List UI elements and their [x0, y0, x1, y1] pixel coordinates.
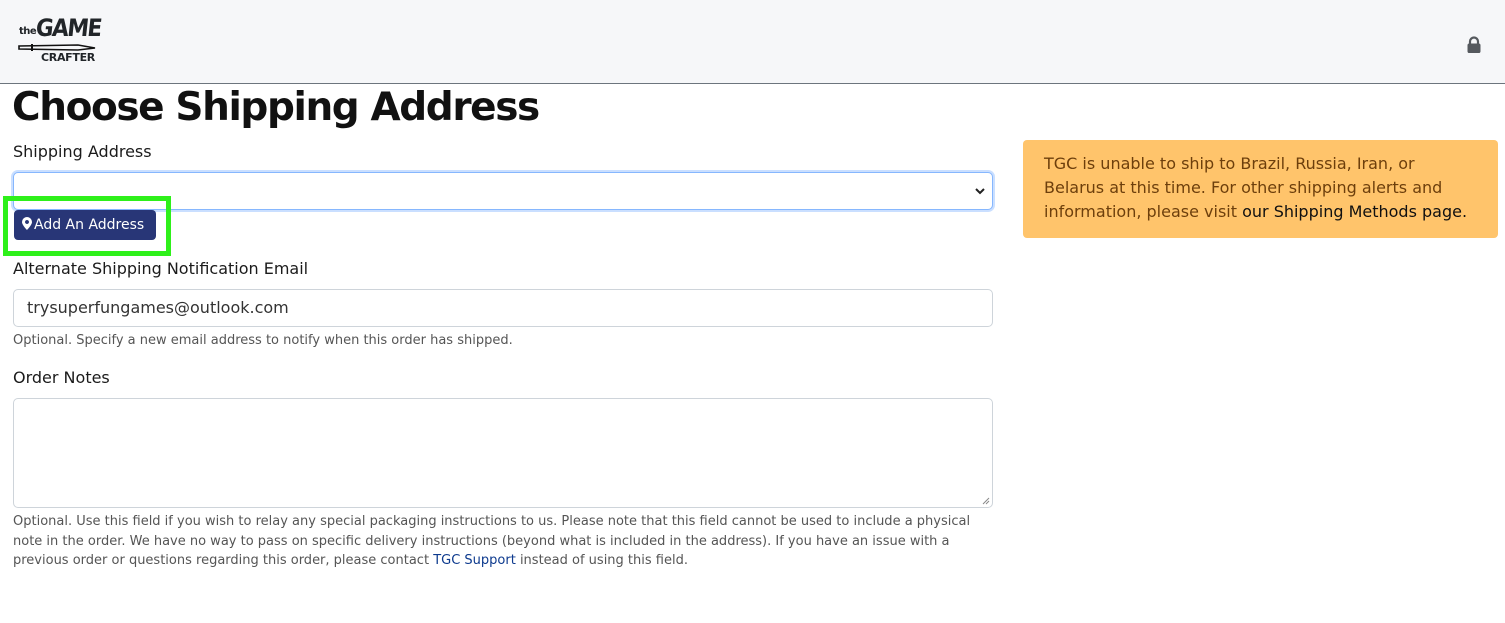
shipping-methods-link[interactable]: our Shipping Methods page.	[1242, 202, 1467, 221]
logo-text-the: the	[19, 26, 37, 37]
page-title: Choose Shipping Address	[12, 85, 540, 130]
lock-icon	[1467, 36, 1481, 53]
chevron-down-icon	[975, 188, 985, 195]
add-address-button-label: Add An Address	[34, 217, 145, 233]
alt-email-input[interactable]: trysuperfungames@outlook.com	[13, 289, 993, 327]
alt-email-label: Alternate Shipping Notification Email	[13, 259, 309, 278]
order-notes-label: Order Notes	[13, 368, 110, 387]
game-crafter-logo[interactable]: the GAME CRAFTER	[16, 14, 102, 70]
tgc-support-link[interactable]: TGC Support	[433, 553, 516, 568]
top-navbar: the GAME CRAFTER	[0, 0, 1505, 84]
shipping-address-label: Shipping Address	[13, 142, 152, 161]
shipping-alert: TGC is unable to ship to Brazil, Russia,…	[1023, 140, 1498, 238]
map-pin-icon	[22, 217, 32, 230]
order-notes-help-text: Optional. Use this field if you wish to …	[13, 512, 998, 571]
alt-email-help-text: Optional. Specify a new email address to…	[13, 333, 513, 348]
logo-text-game: GAME	[34, 14, 103, 42]
logo-text-crafter: CRAFTER	[41, 51, 95, 64]
order-notes-help-after: instead of using this field.	[515, 553, 688, 568]
resize-grip-icon[interactable]	[982, 497, 990, 505]
order-notes-textarea[interactable]	[13, 398, 993, 508]
add-address-button[interactable]: Add An Address	[14, 210, 156, 240]
